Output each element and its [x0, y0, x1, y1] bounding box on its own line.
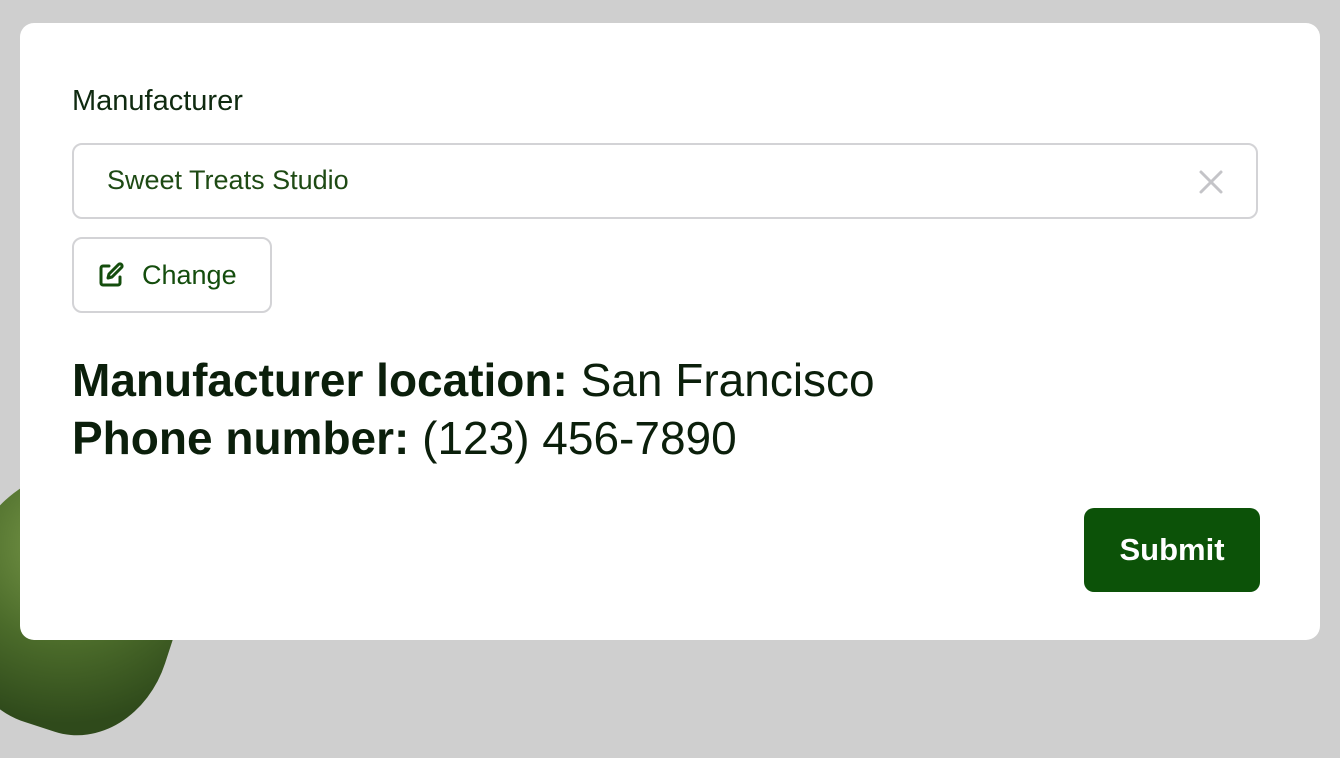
phone-key: Phone number:	[72, 412, 410, 464]
manufacturer-card: Manufacturer Sweet Treats Studio Change …	[20, 23, 1320, 640]
manufacturer-location: Manufacturer location: San Francisco	[72, 353, 875, 407]
location-value: San Francisco	[580, 354, 875, 406]
change-button-label: Change	[142, 259, 237, 290]
manufacturer-label: Manufacturer	[72, 85, 243, 117]
close-icon[interactable]	[1196, 167, 1226, 197]
phone-value: (123) 456-7890	[422, 412, 737, 464]
manufacturer-value: Sweet Treats Studio	[107, 165, 349, 195]
location-key: Manufacturer location:	[72, 354, 568, 406]
submit-button[interactable]: Submit	[1084, 508, 1260, 592]
phone-number: Phone number: (123) 456-7890	[72, 411, 737, 465]
manufacturer-combobox[interactable]: Sweet Treats Studio	[72, 143, 1258, 219]
change-button[interactable]: Change	[72, 237, 272, 313]
edit-icon	[98, 262, 124, 288]
